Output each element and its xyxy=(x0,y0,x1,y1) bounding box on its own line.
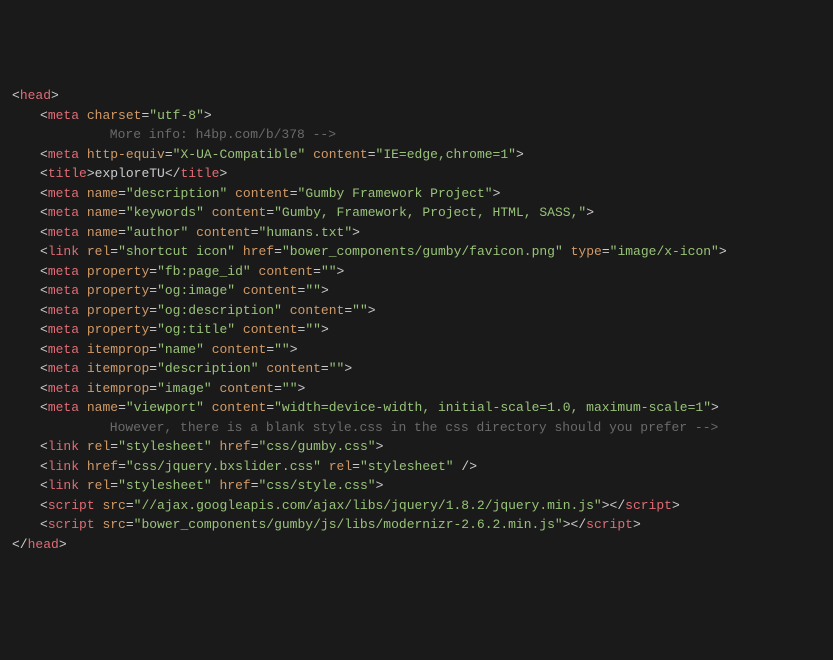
code-line: <title>exploreTU</title> xyxy=(12,164,821,184)
code-line: <meta itemprop="image" content=""> xyxy=(12,379,821,399)
code-line: <meta property="og:description" content=… xyxy=(12,301,821,321)
code-line: <meta itemprop="description" content=""> xyxy=(12,359,821,379)
code-line: <link href="css/jquery.bxslider.css" rel… xyxy=(12,457,821,477)
code-line: <script src="bower_components/gumby/js/l… xyxy=(12,515,821,535)
code-editor[interactable]: <head><meta charset="utf-8"> More info: … xyxy=(12,86,821,554)
code-line: More info: h4bp.com/b/378 --> xyxy=(12,125,821,145)
code-line: <link rel="shortcut icon" href="bower_co… xyxy=(12,242,821,262)
code-line: <meta name="viewport" content="width=dev… xyxy=(12,398,821,418)
code-line: <meta name="description" content="Gumby … xyxy=(12,184,821,204)
code-line: However, there is a blank style.css in t… xyxy=(12,418,821,438)
code-line: <meta property="og:image" content=""> xyxy=(12,281,821,301)
code-line: <meta name="author" content="humans.txt"… xyxy=(12,223,821,243)
code-line: <meta itemprop="name" content=""> xyxy=(12,340,821,360)
code-line: <link rel="stylesheet" href="css/gumby.c… xyxy=(12,437,821,457)
code-line: <head> xyxy=(12,86,821,106)
code-line: <meta charset="utf-8"> xyxy=(12,106,821,126)
code-line: <meta name="keywords" content="Gumby, Fr… xyxy=(12,203,821,223)
code-line: <link rel="stylesheet" href="css/style.c… xyxy=(12,476,821,496)
code-line: <meta http-equiv="X-UA-Compatible" conte… xyxy=(12,145,821,165)
code-line: <meta property="fb:page_id" content=""> xyxy=(12,262,821,282)
code-line: </head> xyxy=(12,535,821,555)
code-line: <script src="//ajax.googleapis.com/ajax/… xyxy=(12,496,821,516)
code-line: <meta property="og:title" content=""> xyxy=(12,320,821,340)
